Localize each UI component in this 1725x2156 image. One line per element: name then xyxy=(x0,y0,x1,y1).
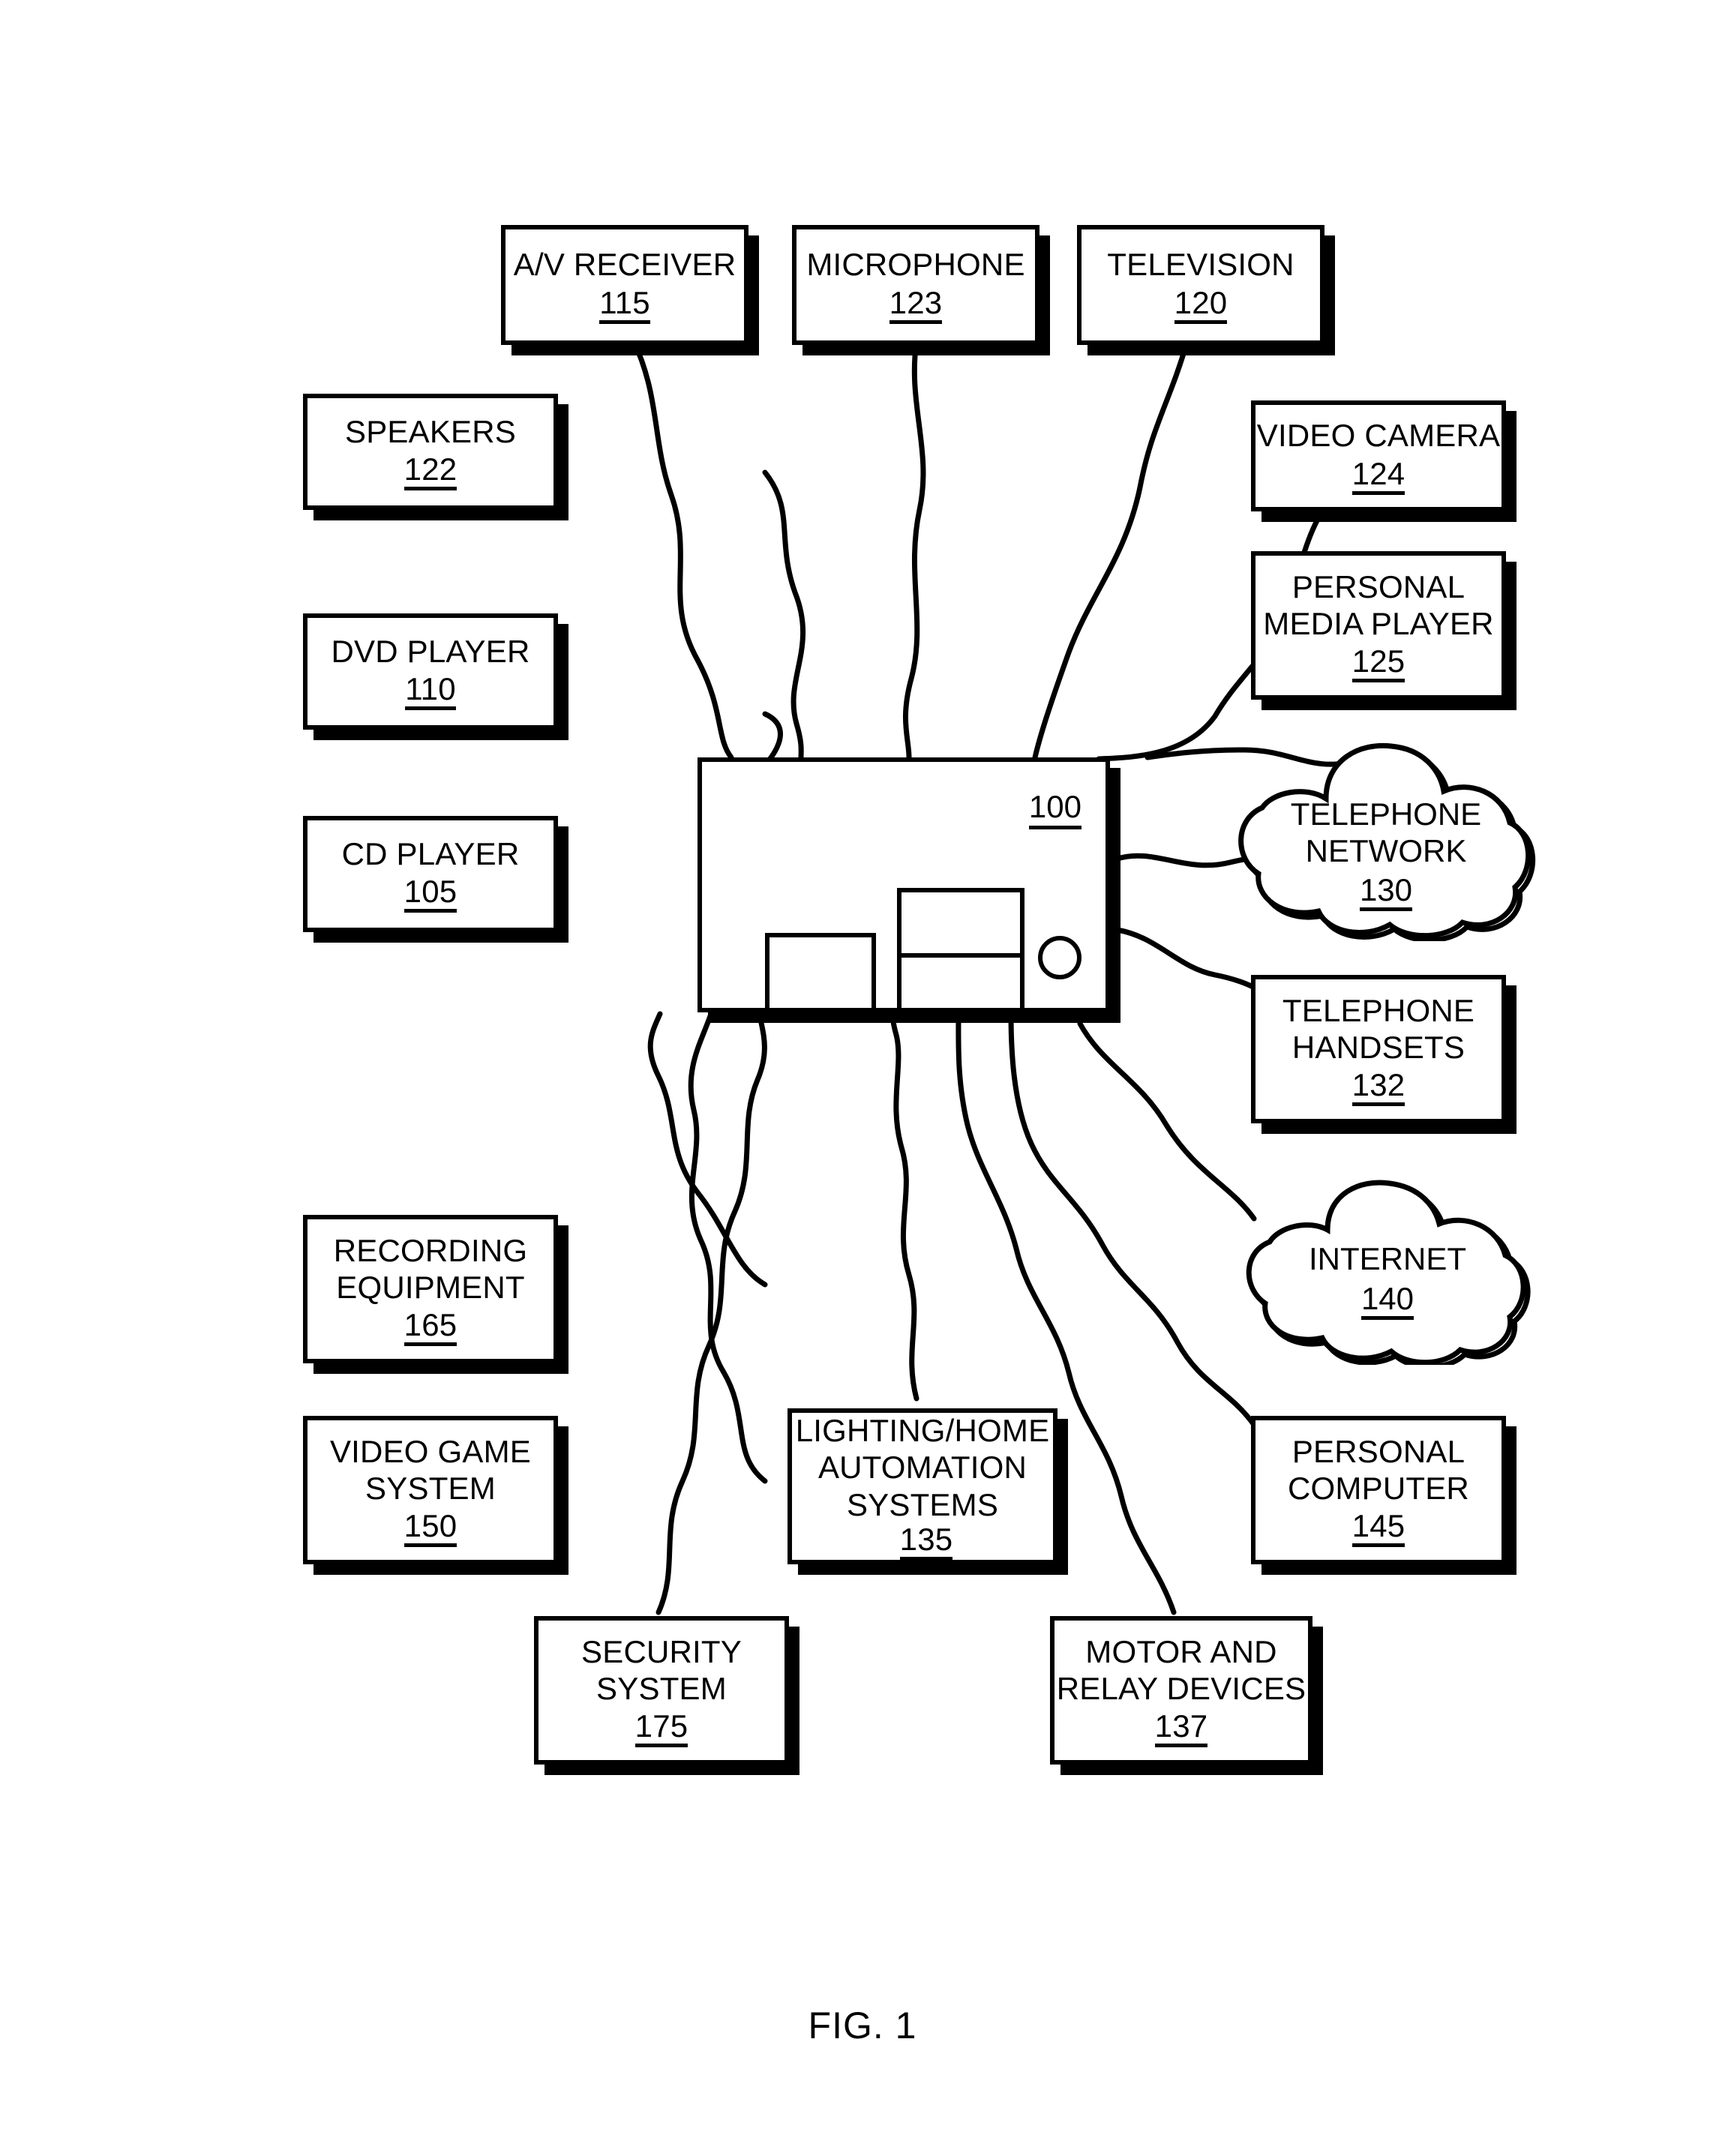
figure-caption: FIG. 1 xyxy=(808,2005,917,2047)
node-lighting-home-automation-ref: 135 xyxy=(899,1522,953,1561)
node-microphone-label: MICROPHONE xyxy=(806,247,1025,283)
node-cd-player-ref: 105 xyxy=(404,874,458,913)
node-microphone[interactable]: MICROPHONE 123 xyxy=(792,225,1040,345)
cloud-shape-internet xyxy=(1246,1180,1531,1365)
node-television-label: TELEVISION xyxy=(1107,247,1294,283)
node-telephone-handsets[interactable]: TELEPHONE HANDSETS 132 xyxy=(1251,975,1506,1123)
connector-internet xyxy=(1077,1021,1257,1222)
hub-small-panel xyxy=(765,933,876,1012)
node-personal-media-player[interactable]: PERSONAL MEDIA PLAYER 125 xyxy=(1251,551,1506,700)
node-personal-media-player-label: PERSONAL MEDIA PLAYER xyxy=(1263,568,1494,641)
node-speakers-label: SPEAKERS xyxy=(344,413,517,449)
connector-lighting-home-automation xyxy=(890,1011,920,1402)
connector-microphone xyxy=(902,338,926,760)
node-personal-media-player-ref: 125 xyxy=(1352,644,1406,683)
connector-television xyxy=(1032,338,1190,760)
node-security-system-ref: 175 xyxy=(634,1709,688,1748)
node-security-system[interactable]: SECURITY SYSTEM 175 xyxy=(534,1616,789,1765)
node-video-camera-ref: 124 xyxy=(1352,457,1406,495)
node-telephone-network[interactable]: TELEPHONE NETWORK 130 xyxy=(1236,739,1536,941)
node-dvd-player-label: DVD PLAYER xyxy=(331,633,530,669)
hub-dial-knob xyxy=(1038,936,1082,979)
connector-personal-computer xyxy=(1008,1011,1257,1428)
node-recording-equipment-label: RECORDING EQUIPMENT xyxy=(333,1232,528,1305)
node-personal-computer[interactable]: PERSONAL COMPUTER 145 xyxy=(1251,1416,1506,1564)
hub-reference-number: 100 xyxy=(1028,789,1082,829)
node-television[interactable]: TELEVISION 120 xyxy=(1077,225,1324,345)
node-telephone-handsets-label: TELEPHONE HANDSETS xyxy=(1282,992,1475,1065)
node-personal-computer-ref: 145 xyxy=(1352,1509,1406,1548)
node-recording-equipment[interactable]: RECORDING EQUIPMENT 165 xyxy=(303,1215,558,1363)
node-security-system-label: SECURITY SYSTEM xyxy=(581,1633,742,1706)
node-video-game-system-ref: 150 xyxy=(404,1509,458,1548)
node-speakers[interactable]: SPEAKERS 122 xyxy=(303,394,558,510)
node-microphone-ref: 123 xyxy=(889,286,943,324)
node-video-camera[interactable]: VIDEO CAMERA 124 xyxy=(1251,400,1506,511)
node-av-receiver-label: A/V RECEIVER xyxy=(513,247,736,283)
node-video-camera-label: VIDEO CAMERA xyxy=(1256,418,1501,454)
cloud-shape-telephone-network xyxy=(1238,742,1536,941)
node-motor-relay-devices[interactable]: MOTOR AND RELAY DEVICES 137 xyxy=(1050,1616,1312,1765)
node-video-game-system-label: VIDEO GAME SYSTEM xyxy=(329,1433,532,1506)
node-motor-relay-devices-label: MOTOR AND RELAY DEVICES xyxy=(1056,1633,1306,1706)
node-internet[interactable]: INTERNET 140 xyxy=(1241,1177,1534,1365)
node-cd-player[interactable]: CD PLAYER 105 xyxy=(303,816,558,932)
hub-reference-value: 100 xyxy=(1028,789,1082,829)
node-dvd-player[interactable]: DVD PLAYER 110 xyxy=(303,613,558,730)
node-video-game-system[interactable]: VIDEO GAME SYSTEM 150 xyxy=(303,1416,558,1564)
connector-av-receiver xyxy=(631,338,734,760)
node-lighting-home-automation[interactable]: LIGHTING/HOME AUTOMATION SYSTEMS 135 xyxy=(788,1408,1058,1564)
node-lighting-home-automation-label: LIGHTING/HOME AUTOMATION SYSTEMS xyxy=(795,1413,1050,1522)
node-dvd-player-ref: 110 xyxy=(405,672,456,711)
node-speakers-ref: 122 xyxy=(404,452,458,491)
node-telephone-handsets-ref: 132 xyxy=(1352,1068,1406,1107)
central-hub-device[interactable]: 100 xyxy=(698,757,1110,1012)
node-cd-player-label: CD PLAYER xyxy=(341,835,520,871)
node-personal-computer-label: PERSONAL COMPUTER xyxy=(1288,1433,1469,1506)
patent-figure-1: A/V RECEIVER 115 MICROPHONE 123 TELEVISI… xyxy=(0,0,1725,2156)
node-av-receiver[interactable]: A/V RECEIVER 115 xyxy=(501,225,748,345)
node-av-receiver-ref: 115 xyxy=(599,286,650,324)
hub-display-panel-upper xyxy=(897,888,1024,958)
node-motor-relay-devices-ref: 137 xyxy=(1154,1709,1208,1748)
node-television-ref: 120 xyxy=(1174,286,1228,324)
node-recording-equipment-ref: 165 xyxy=(404,1308,458,1347)
